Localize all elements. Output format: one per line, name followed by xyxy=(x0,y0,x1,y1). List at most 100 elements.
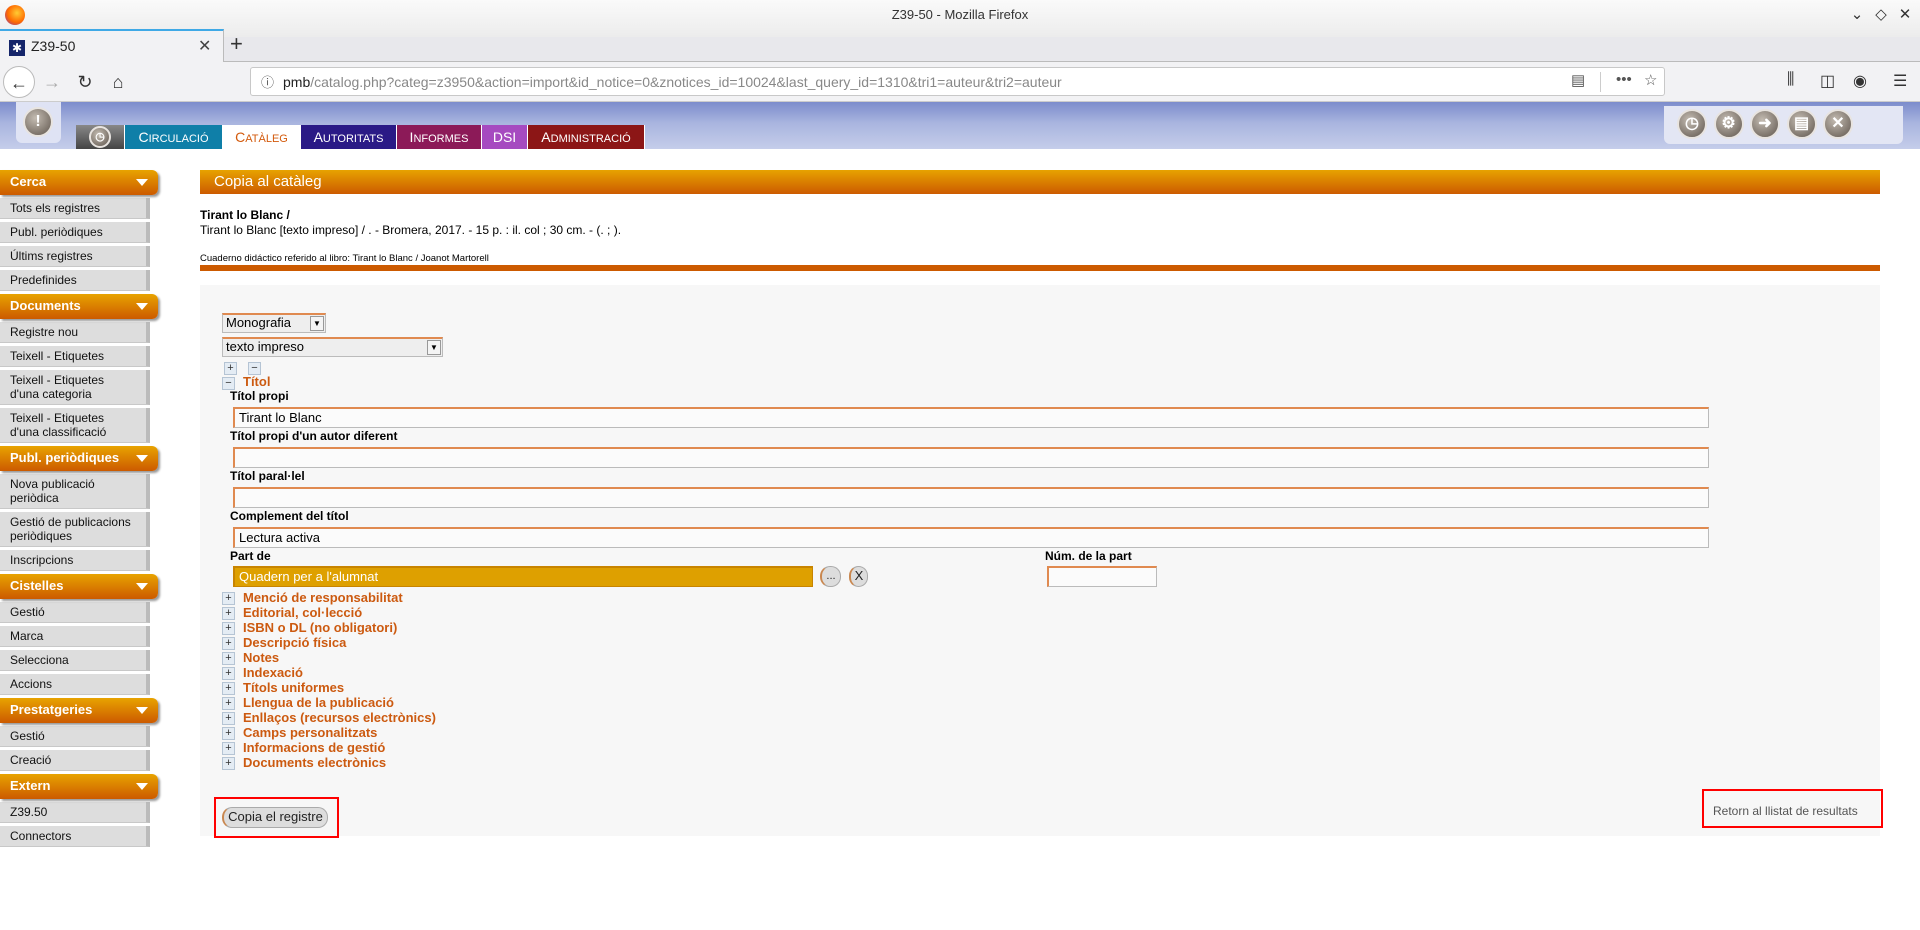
home-icon[interactable]: ⌂ xyxy=(102,66,134,98)
section-title[interactable]: Títol xyxy=(243,374,270,389)
sidebar-item[interactable]: Predefinides xyxy=(0,270,150,291)
section-title[interactable]: Informacions de gestió xyxy=(243,740,385,755)
sidebar-icon[interactable]: ◫ xyxy=(1820,71,1835,91)
user-login-icon[interactable]: ➜ xyxy=(1750,109,1780,139)
sidebar-section-header[interactable]: Publ. periòdiques xyxy=(0,446,158,471)
sidebar-item[interactable]: Últims registres xyxy=(0,246,150,267)
window-titlebar: Z39-50 - Mozilla Firefox xyxy=(0,0,1920,37)
section-title[interactable]: ISBN o DL (no obligatori) xyxy=(243,620,397,635)
titol-autor-diferent-input[interactable] xyxy=(233,447,1709,468)
close-icon[interactable]: ✕ xyxy=(1823,109,1853,139)
more-actions-icon[interactable]: ••• xyxy=(1616,71,1632,88)
menu-tab-4[interactable]: DSI xyxy=(482,125,528,149)
expand-icon[interactable]: + xyxy=(222,607,235,620)
sidebar-section-header[interactable]: Cerca xyxy=(0,170,158,195)
expand-icon[interactable]: + xyxy=(222,757,235,770)
menu-tab-1[interactable]: CATÀLEG xyxy=(223,125,301,149)
expand-icon[interactable]: + xyxy=(222,637,235,650)
sidebar-section-header[interactable]: Cistelles xyxy=(0,574,158,599)
num-part-input[interactable] xyxy=(1047,566,1157,587)
expand-icon[interactable]: + xyxy=(222,682,235,695)
url-text[interactable]: pmb/catalog.php?categ=z3950&action=impor… xyxy=(283,74,1062,90)
expand-icon[interactable]: + xyxy=(222,667,235,680)
forward-arrow-icon[interactable]: → xyxy=(36,66,68,98)
sidebar-item[interactable]: Teixell - Etiquetes xyxy=(0,346,150,367)
sidebar-section-header[interactable]: Extern xyxy=(0,774,158,799)
maximize-icon[interactable]: ◇ xyxy=(1871,5,1891,25)
expand-icon[interactable]: + xyxy=(222,622,235,635)
sidebar-item[interactable]: Connectors xyxy=(0,826,150,847)
chevron-down-icon xyxy=(136,455,148,462)
menu-icon[interactable]: ☰ xyxy=(1893,71,1907,91)
copy-record-button[interactable]: Copia el registre xyxy=(222,807,328,828)
section-title[interactable]: Enllaços (recursos electrònics) xyxy=(243,710,436,725)
bookmark-star-icon[interactable]: ☆ xyxy=(1644,71,1657,89)
reader-view-icon[interactable]: ▤ xyxy=(1571,71,1585,89)
close-window-icon[interactable]: ✕ xyxy=(1895,5,1915,25)
alert-icon[interactable]: ! xyxy=(23,107,53,137)
minimize-icon[interactable]: ⌄ xyxy=(1847,5,1867,25)
titol-parallel-input[interactable] xyxy=(233,487,1709,508)
sidebar-item[interactable]: Teixell - Etiquetes d'una classificació xyxy=(0,408,150,443)
info-icon[interactable]: ⓘ xyxy=(261,72,274,91)
sidebar-item[interactable]: Accions xyxy=(0,674,150,695)
sidebar-item[interactable]: Tots els registres xyxy=(0,198,150,219)
back-arrow-icon[interactable]: ← xyxy=(3,66,35,98)
clear-button[interactable]: X xyxy=(849,566,868,587)
return-to-results-link[interactable]: Retorn al llistat de resultats xyxy=(1713,804,1858,818)
expand-icon[interactable]: + xyxy=(222,592,235,605)
expand-icon[interactable]: + xyxy=(222,712,235,725)
menu-tab-2[interactable]: AUTORITATS xyxy=(301,125,397,149)
document-type-select[interactable]: Monografia ▼ xyxy=(222,313,326,333)
gear-icon[interactable]: ⚙ xyxy=(1713,109,1744,139)
support-type-select[interactable]: texto impreso ▼ xyxy=(222,337,443,357)
dashboard-tab[interactable]: ◷ xyxy=(76,125,125,149)
url-bar[interactable]: ⓘ pmb/catalog.php?categ=z3950&action=imp… xyxy=(250,67,1665,96)
menu-tab-0[interactable]: CIRCULACIÓ xyxy=(125,125,223,149)
library-icon[interactable]: ⫼ xyxy=(1787,71,1794,89)
section-title[interactable]: Indexació xyxy=(243,665,303,680)
clock-icon[interactable]: ◷ xyxy=(1677,109,1707,139)
section-label: Publ. periòdiques xyxy=(10,450,120,465)
complement-titol-input[interactable]: Lectura activa xyxy=(233,527,1709,548)
browser-tab[interactable]: ✱ Z39-50 ✕ xyxy=(0,29,224,63)
sidebar-item[interactable]: Selecciona xyxy=(0,650,150,671)
account-icon[interactable]: ◉ xyxy=(1853,71,1867,91)
section-title[interactable]: Descripció física xyxy=(243,635,346,650)
expand-icon[interactable]: + xyxy=(222,697,235,710)
sidebar-item[interactable]: Gestió xyxy=(0,726,150,747)
chevron-down-icon: ▼ xyxy=(427,340,441,355)
sidebar-item[interactable]: Publ. periòdiques xyxy=(0,222,150,243)
menu-tab-5[interactable]: ADMINISTRACIÓ xyxy=(528,125,645,149)
sidebar-item[interactable]: Inscripcions xyxy=(0,550,150,571)
reload-icon[interactable]: ↻ xyxy=(69,66,101,98)
section-title[interactable]: Editorial, col·lecció xyxy=(243,605,362,620)
new-tab-icon[interactable]: + xyxy=(230,31,243,57)
expand-icon[interactable]: + xyxy=(222,742,235,755)
save-icon[interactable]: ▤ xyxy=(1786,109,1817,139)
menu-tab-3[interactable]: INFORMES xyxy=(397,125,482,149)
section-title[interactable]: Títols uniformes xyxy=(243,680,344,695)
titol-propi-input[interactable]: Tirant lo Blanc xyxy=(233,407,1709,428)
section-title[interactable]: Menció de responsabilitat xyxy=(243,590,403,605)
browse-button[interactable]: ... xyxy=(820,566,841,587)
sidebar-item[interactable]: Z39.50 xyxy=(0,802,150,823)
expand-icon[interactable]: + xyxy=(222,727,235,740)
section-title[interactable]: Notes xyxy=(243,650,279,665)
tab-close-icon[interactable]: ✕ xyxy=(198,36,211,56)
part-de-input[interactable]: Quadern per a l'alumnat xyxy=(233,566,813,587)
expand-icon[interactable]: + xyxy=(222,652,235,665)
sidebar-item[interactable]: Teixell - Etiquetes d'una categoria xyxy=(0,370,150,405)
expand-all-icon[interactable]: + xyxy=(224,362,237,375)
section-title[interactable]: Llengua de la publicació xyxy=(243,695,394,710)
sidebar-item[interactable]: Nova publicació periòdica xyxy=(0,474,150,509)
sidebar-item[interactable]: Marca xyxy=(0,626,150,647)
sidebar-section-header[interactable]: Prestatgeries xyxy=(0,698,158,723)
sidebar-item[interactable]: Gestió de publicacions periòdiques xyxy=(0,512,150,547)
section-title[interactable]: Documents electrònics xyxy=(243,755,386,770)
sidebar-item[interactable]: Gestió xyxy=(0,602,150,623)
section-title[interactable]: Camps personalitzats xyxy=(243,725,377,740)
sidebar-item[interactable]: Registre nou xyxy=(0,322,150,343)
sidebar-item[interactable]: Creació xyxy=(0,750,150,771)
sidebar-section-header[interactable]: Documents xyxy=(0,294,158,319)
